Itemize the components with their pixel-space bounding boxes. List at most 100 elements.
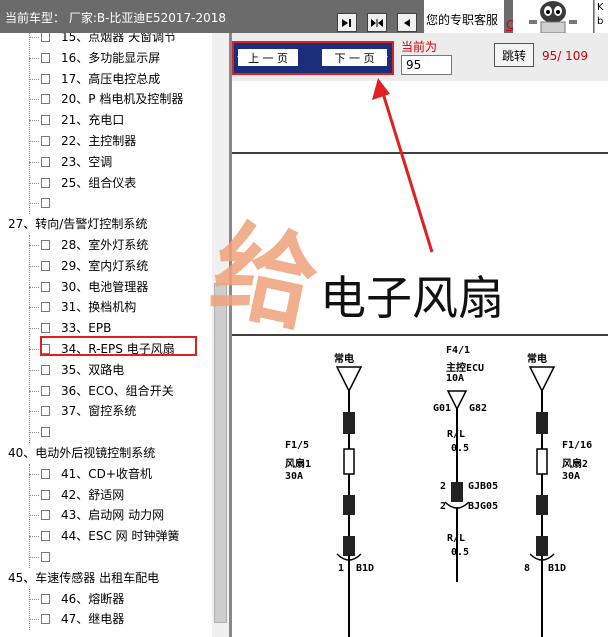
tree-group[interactable]: 40、电动外后视镜控制系统	[0, 443, 212, 463]
tree-item-label: 16、多功能显示屏	[61, 50, 161, 65]
page-icon	[41, 115, 50, 126]
next-page-label: 下 一 页	[334, 51, 375, 65]
tree-item-label: 30、电池管理器	[61, 279, 149, 294]
jump-button[interactable]: 跳转	[494, 43, 534, 67]
current-page-label: 当前为	[401, 40, 438, 54]
tree-item[interactable]	[0, 547, 212, 567]
tree-item[interactable]: 44、ESC 网 时钟弹簧	[0, 526, 212, 546]
right-fuse-rating: 30A	[562, 471, 581, 482]
left-fuse-rating: 30A	[285, 471, 304, 482]
tree-item[interactable]: 21、充电口	[0, 110, 212, 130]
tree-item[interactable]: 36、ECO、组合开关	[0, 381, 212, 401]
page-icon	[41, 177, 50, 188]
tree-connector	[29, 182, 39, 184]
tree-guide-line	[29, 235, 30, 443]
left-power-label: 常电	[334, 354, 354, 365]
tree-item-label: 28、室外灯系统	[61, 238, 149, 252]
tree-item-label: 35、双路电	[61, 362, 125, 377]
tree-item[interactable]: 20、P 档电机及控制器	[0, 89, 212, 109]
page-icon	[41, 385, 50, 396]
prev-page-label: 上 一 页	[248, 51, 288, 65]
tree-item[interactable]: 22、主控制器	[0, 131, 212, 151]
vehicle-model-title: 当前车型： 厂家:B-比亚迪E52017-2018	[5, 11, 227, 25]
left-fuse-id: F1/5	[285, 440, 310, 451]
prev-icon[interactable]	[397, 13, 417, 32]
page-icon	[41, 552, 50, 562]
tree-connector	[29, 307, 39, 309]
page-icon	[41, 468, 50, 479]
tree-group[interactable]: 27、转向/告警灯控制系统	[0, 214, 212, 234]
tree-item[interactable]: 29、室内灯系统	[0, 256, 212, 276]
chevron-left-icon: ◀	[237, 52, 244, 62]
tree-connector	[29, 390, 39, 392]
tree-group-label: 27、转向/告警灯控制系统	[8, 217, 148, 232]
tree-item[interactable]: 30、电池管理器	[0, 277, 212, 297]
mascot-icon	[513, 0, 593, 33]
page-icon	[41, 73, 50, 84]
tree-item[interactable]: 23、空调	[0, 152, 212, 172]
tree-item-label: 46、熔断器	[61, 591, 125, 606]
tree-item[interactable]: 16、多功能显示屏	[0, 48, 212, 68]
page-count: 95/ 109	[542, 49, 589, 63]
tree-connector	[29, 494, 39, 496]
tree-item-label: 29、室内灯系统	[61, 258, 149, 273]
tree-item[interactable]: 37、窗控系统	[0, 401, 212, 421]
tree-item-label: 43、启动网 动力网	[61, 508, 165, 523]
tree-item-label: 37、窗控系统	[61, 404, 137, 419]
tree-item[interactable]: 47、继电器	[0, 609, 212, 629]
customer-service[interactable]: 您的专职客服	[424, 0, 504, 33]
first-page-icon[interactable]	[337, 13, 357, 32]
connector-pin-top: 2	[440, 481, 447, 492]
tree-item[interactable]: 41、CD+收音机	[0, 464, 212, 484]
tree-connector	[29, 120, 39, 122]
customer-service-label: 您的专职客服	[426, 13, 499, 27]
tree-item[interactable]: 43、启动网 动力网	[0, 505, 212, 525]
tree-connector	[29, 203, 39, 205]
center-pin-right: G82	[469, 403, 488, 414]
tree-item[interactable]: 35、双路电	[0, 360, 212, 380]
tree-item[interactable]: 31、换档机构	[0, 297, 212, 317]
page-icon	[41, 614, 50, 625]
tree-connector	[29, 286, 39, 288]
tree-item[interactable]	[0, 193, 212, 213]
left-fuse-name: 风扇1	[285, 459, 312, 470]
tree-item-label: 23、空调	[61, 154, 113, 169]
page-icon	[41, 52, 50, 63]
tree-item[interactable]: 15、点烟器 天窗调节	[0, 33, 212, 47]
page-icon	[41, 427, 50, 438]
tree-item-label: 21、充电口	[61, 113, 125, 128]
tree-item[interactable]	[0, 422, 212, 442]
page-icon	[41, 33, 50, 42]
tree-item-label: 25、组合仪表	[61, 175, 137, 190]
chapter-tree[interactable]: 15、点烟器 天窗调节 16、多功能显示屏 17、高压电控总成 20、P 档电机及控制…	[0, 33, 212, 637]
tree-group[interactable]: 45、车速传感器 出租车配电	[0, 568, 212, 588]
tree-item[interactable]: 17、高压电控总成	[0, 69, 212, 89]
tree-connector	[29, 78, 39, 80]
fit-icon[interactable]	[367, 13, 387, 32]
tree-item-label: 44、ESC 网 时钟弹簧	[61, 529, 180, 544]
right-fuse-name: 风扇2	[562, 459, 589, 470]
tree-item[interactable]: 28、室外灯系统	[0, 235, 212, 255]
tree-item[interactable]: 42、舒适网	[0, 485, 212, 505]
tree-item-label: 20、P 档电机及控制器	[61, 92, 184, 107]
tree-connector	[29, 328, 39, 330]
tree-connector	[29, 473, 39, 475]
page-icon	[41, 364, 50, 375]
left-connector-2	[343, 495, 355, 515]
tree-item[interactable]: 46、熔断器	[0, 589, 212, 609]
corner-panel: K b	[594, 0, 608, 33]
next-page-button[interactable]: 下 一 页 ▶	[321, 48, 388, 67]
center-connector	[451, 482, 463, 502]
tree-item[interactable]: 25、组合仪表	[0, 173, 212, 193]
wire-color-2: R/L	[447, 533, 466, 544]
page-icon	[41, 593, 50, 604]
selected-item-annotation	[40, 336, 197, 356]
page-icon	[41, 489, 50, 500]
left-connector-3	[343, 536, 355, 556]
center-fuse-name: 主控ECU	[446, 363, 485, 374]
page-icon	[41, 94, 50, 105]
right-power-symbol	[528, 366, 556, 393]
tree-item-label: 22、主控制器	[61, 134, 137, 148]
page-icon	[41, 323, 50, 334]
prev-page-button[interactable]: ◀ 上 一 页	[237, 48, 299, 67]
